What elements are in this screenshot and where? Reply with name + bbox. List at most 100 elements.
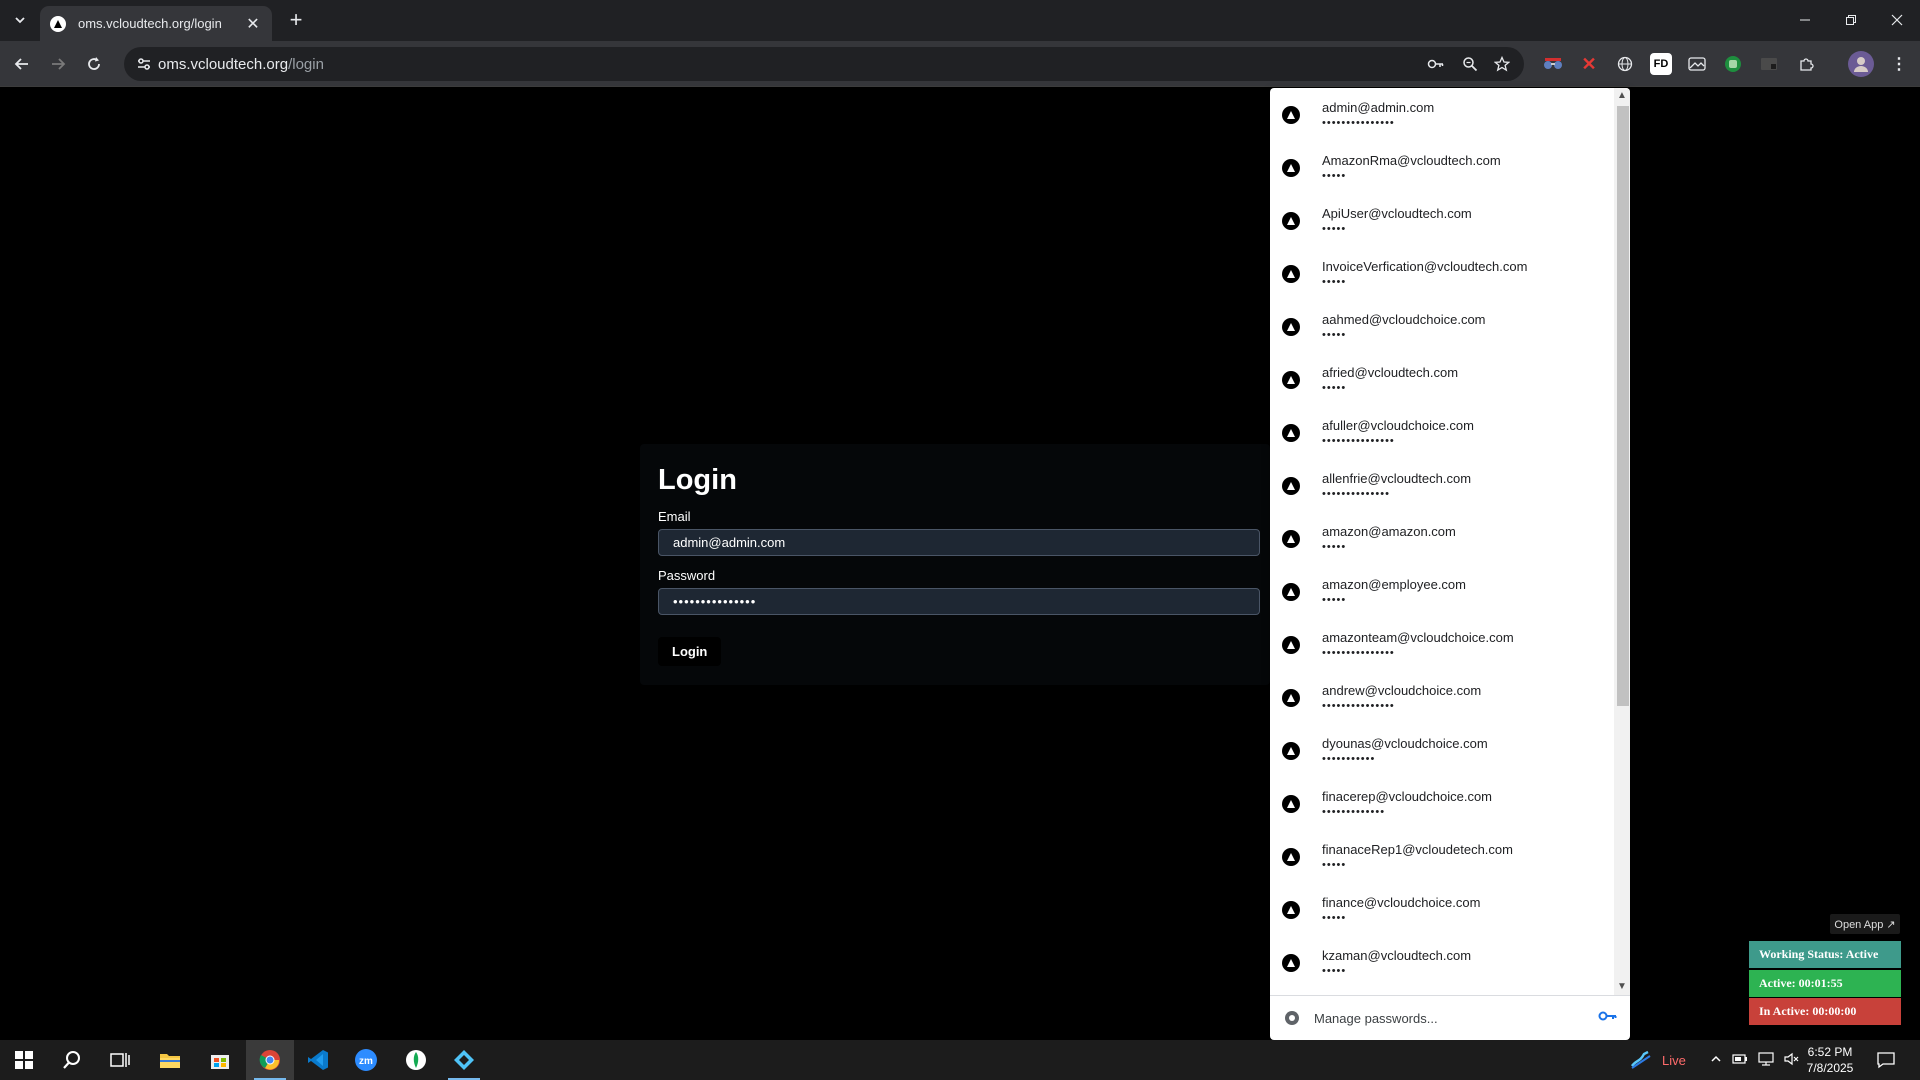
profile-avatar[interactable] <box>1848 51 1874 77</box>
tab-title: oms.vcloudtech.org/login <box>78 16 222 31</box>
extension-close-red-icon[interactable]: ✕ <box>1578 53 1600 75</box>
dropdown-scrollbar[interactable]: ▲ ▼ <box>1614 88 1630 995</box>
password-key-icon[interactable] <box>1424 52 1448 76</box>
scroll-down-arrow-icon[interactable]: ▼ <box>1614 979 1630 995</box>
restore-window-button[interactable] <box>1828 0 1874 40</box>
address-bar[interactable]: oms.vcloudtech.org/login <box>124 47 1524 81</box>
extension-cast-icon[interactable] <box>1758 53 1780 75</box>
new-tab-button[interactable]: + <box>286 9 306 31</box>
saved-password-username: kzaman@vcloudtech.com <box>1322 948 1472 963</box>
reload-button[interactable] <box>80 50 108 78</box>
site-favicon-icon <box>1282 423 1300 442</box>
stock-live-icon <box>1630 1050 1651 1069</box>
saved-password-item[interactable]: InvoiceVerfication@vcloudtech.com ••••• <box>1270 247 1614 300</box>
browser-tab-active[interactable]: oms.vcloudtech.org/login ✕ <box>40 6 272 41</box>
network-icon[interactable] <box>1758 1051 1774 1069</box>
vscode-icon[interactable] <box>294 1040 342 1080</box>
saved-password-mask: ••••• <box>1322 912 1347 924</box>
saved-password-item[interactable]: dyounas@vcloudchoice.com ••••••••••• <box>1270 724 1614 777</box>
back-button[interactable] <box>8 50 36 78</box>
close-window-button[interactable] <box>1874 0 1920 40</box>
extension-fd-icon[interactable]: FD <box>1650 53 1672 75</box>
battery-icon[interactable] <box>1732 1053 1748 1068</box>
saved-password-item[interactable]: finance@vcloudchoice.com ••••• <box>1270 883 1614 936</box>
site-favicon-icon <box>1282 158 1300 177</box>
saved-password-username: dyounas@vcloudchoice.com <box>1322 736 1488 751</box>
clock-date: 7/8/2025 <box>1806 1061 1854 1075</box>
google-password-manager-icon <box>1285 1011 1299 1025</box>
tray-chevron-up-icon[interactable] <box>1710 1053 1722 1068</box>
search-icon[interactable] <box>48 1040 96 1080</box>
email-field[interactable]: admin@admin.com <box>658 529 1260 556</box>
saved-password-item[interactable]: kzaman@vcloudtech.com ••••• <box>1270 936 1614 989</box>
saved-password-list: admin@admin.com ••••••••••••••• AmazonRma@… <box>1270 88 1614 995</box>
forward-button[interactable] <box>44 50 72 78</box>
mongodb-compass-icon[interactable] <box>392 1040 440 1080</box>
saved-password-item[interactable]: aahmed@vcloudchoice.com ••••• <box>1270 300 1614 353</box>
saved-password-mask: ••••• <box>1322 170 1347 182</box>
saved-password-username: aahmed@vcloudchoice.com <box>1322 312 1486 327</box>
saved-password-username: afuller@vcloudchoice.com <box>1322 418 1474 433</box>
saved-password-item[interactable]: finacerep@vcloudchoice.com ••••••••••••• <box>1270 777 1614 830</box>
scroll-up-arrow-icon[interactable]: ▲ <box>1614 88 1630 104</box>
saved-password-item[interactable]: amazonteam@vcloudchoice.com •••••••••••••… <box>1270 618 1614 671</box>
email-label: Email <box>658 509 691 524</box>
inactive-timer-badge: In Active: 00:00:00 <box>1749 998 1901 1025</box>
taskbar-clock[interactable]: 6:52 PM 7/8/2025 <box>1800 1044 1860 1076</box>
password-field[interactable]: ••••••••••••••• <box>658 588 1260 615</box>
site-favicon-icon <box>1282 688 1300 707</box>
site-favicon-icon <box>1282 317 1300 336</box>
site-favicon-icon <box>1282 105 1300 124</box>
browser-menu-kebab-icon[interactable]: ⋮ <box>1888 53 1910 75</box>
extensions-puzzle-icon[interactable] <box>1796 53 1818 75</box>
login-card: Login Email admin@admin.com Password •••… <box>640 444 1270 685</box>
site-favicon-icon <box>1282 476 1300 495</box>
open-app-button[interactable]: Open App ↗ <box>1830 914 1900 934</box>
saved-password-username: InvoiceVerfication@vcloudtech.com <box>1322 259 1528 274</box>
dev-app-taskbar-icon[interactable] <box>440 1040 488 1080</box>
saved-password-item[interactable]: amazon@amazon.com ••••• <box>1270 512 1614 565</box>
saved-password-item[interactable]: admin@admin.com ••••••••••••••• <box>1270 88 1614 141</box>
saved-password-username: afried@vcloudtech.com <box>1322 365 1459 380</box>
password-autofill-dropdown: admin@admin.com ••••••••••••••• AmazonRma@… <box>1270 88 1630 1040</box>
login-button[interactable]: Login <box>658 637 722 666</box>
extension-image-icon[interactable] <box>1686 53 1708 75</box>
saved-password-mask: ••••• <box>1322 382 1347 394</box>
bookmark-star-icon[interactable] <box>1490 52 1514 76</box>
chrome-taskbar-icon[interactable] <box>246 1040 294 1080</box>
extension-glasses-icon[interactable] <box>1542 53 1564 75</box>
saved-password-item[interactable]: andrew@vcloudchoice.com ••••••••••••••• <box>1270 671 1614 724</box>
volume-muted-icon[interactable] <box>1784 1052 1800 1069</box>
tab-search-chevron-icon[interactable] <box>8 8 32 32</box>
saved-password-username: ApiUser@vcloudtech.com <box>1322 206 1472 221</box>
zoom-app-icon[interactable]: zm <box>342 1040 390 1080</box>
saved-password-item[interactable]: amazon@employee.com ••••• <box>1270 565 1614 618</box>
site-info-tune-icon[interactable] <box>132 52 156 76</box>
zoom-icon[interactable] <box>1458 52 1482 76</box>
saved-password-item[interactable]: finanaceRep1@vcloudetech.com ••••• <box>1270 830 1614 883</box>
saved-password-mask: ••••••••••••• <box>1322 806 1386 818</box>
minimize-window-button[interactable] <box>1782 0 1828 40</box>
tab-close-icon[interactable]: ✕ <box>244 14 262 34</box>
saved-password-item[interactable]: allenfrie@vcloudtech.com •••••••••••••• <box>1270 459 1614 512</box>
saved-password-username: amazon@employee.com <box>1322 577 1466 592</box>
manage-passwords-row[interactable]: Manage passwords... <box>1270 995 1630 1040</box>
saved-password-mask: ••••••••••••••• <box>1322 435 1395 447</box>
site-favicon-icon <box>1282 370 1300 389</box>
saved-password-mask: ••••••••••••••• <box>1322 117 1395 129</box>
clock-time: 6:52 PM <box>1807 1045 1853 1059</box>
task-view-icon[interactable] <box>96 1040 144 1080</box>
microsoft-store-icon[interactable] <box>196 1040 244 1080</box>
notifications-icon[interactable] <box>1864 1040 1908 1080</box>
weather-live-widget[interactable]: Live <box>1630 1040 1686 1080</box>
scrollbar-thumb[interactable] <box>1617 106 1629 706</box>
saved-password-item[interactable]: afuller@vcloudchoice.com ••••••••••••••• <box>1270 406 1614 459</box>
saved-password-item[interactable]: afried@vcloudtech.com ••••• <box>1270 353 1614 406</box>
windows-start-icon[interactable] <box>0 1040 48 1080</box>
extension-globe-icon[interactable] <box>1614 53 1636 75</box>
saved-password-item[interactable]: AmazonRma@vcloudtech.com ••••• <box>1270 141 1614 194</box>
login-title: Login <box>658 464 737 496</box>
extension-green-circle-icon[interactable] <box>1722 53 1744 75</box>
file-explorer-icon[interactable] <box>146 1040 194 1080</box>
saved-password-item[interactable]: ApiUser@vcloudtech.com ••••• <box>1270 194 1614 247</box>
